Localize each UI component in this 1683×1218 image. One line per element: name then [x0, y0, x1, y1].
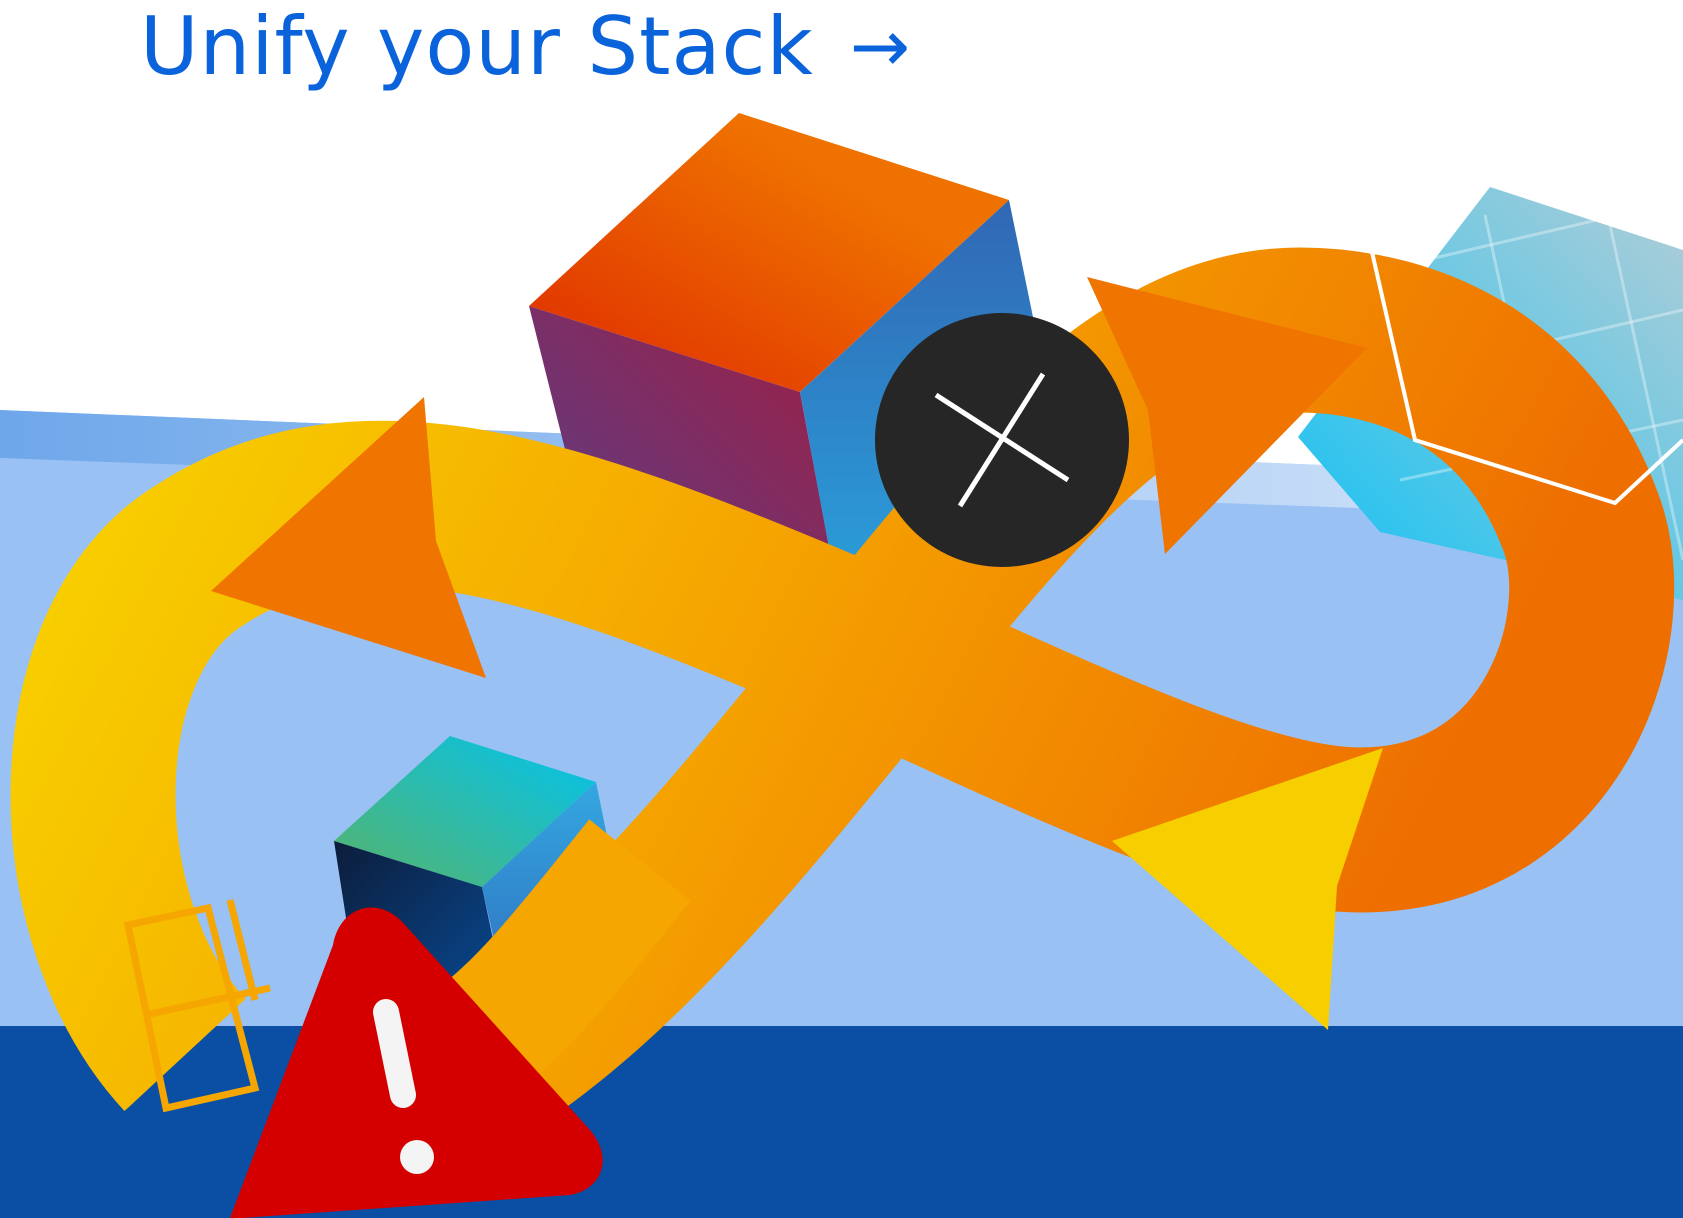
arrow-right-icon: → — [849, 4, 912, 88]
unify-stack-link[interactable]: Unify your Stack → — [140, 0, 912, 93]
close-icon — [875, 313, 1129, 567]
unify-stack-label: Unify your Stack — [140, 0, 814, 93]
hero-illustration — [0, 0, 1683, 1218]
